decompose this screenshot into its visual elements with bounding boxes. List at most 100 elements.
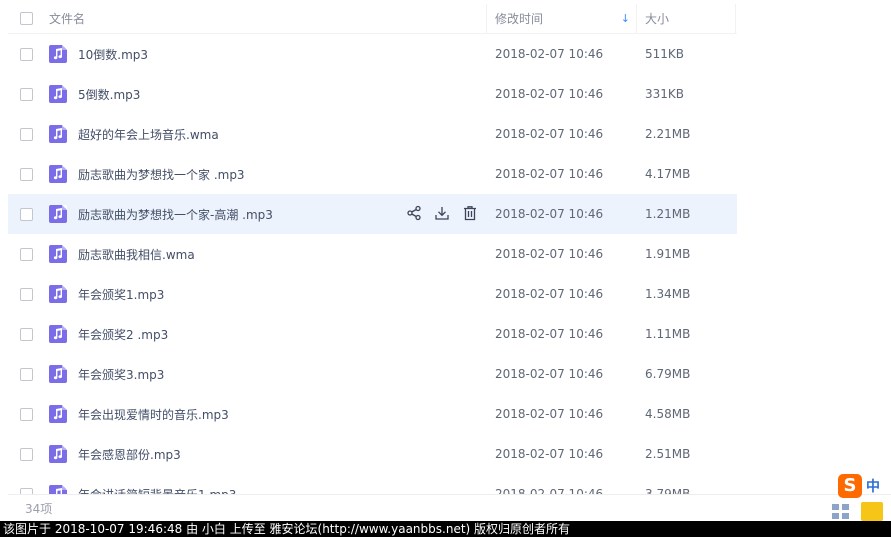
file-modified-time: 2018-02-07 10:46 — [495, 167, 604, 181]
ime-indicator[interactable]: S 中 — [838, 474, 891, 498]
sort-desc-icon[interactable]: ↓ — [621, 12, 630, 25]
file-name[interactable]: 10倒数.mp3 — [78, 46, 148, 63]
file-modified-time: 2018-02-07 10:46 — [495, 247, 604, 261]
size-column-label: 大小 — [645, 12, 670, 26]
file-row[interactable]: 年会颁奖1.mp3 2018-02-07 10:46 1.34MB — [8, 274, 737, 314]
row-checkbox[interactable] — [20, 167, 33, 181]
row-checkbox[interactable] — [20, 407, 33, 421]
row-checkbox[interactable] — [20, 127, 33, 141]
file-name[interactable]: 5倒数.mp3 — [78, 86, 140, 103]
download-icon[interactable] — [434, 205, 450, 221]
name-column-label: 文件名 — [49, 12, 86, 26]
grid-view-icon[interactable] — [832, 504, 850, 520]
file-row[interactable]: 年会出现爱情时的音乐.mp3 2018-02-07 10:46 4.58MB — [8, 394, 737, 434]
file-size: 331KB — [645, 87, 685, 101]
file-modified-time: 2018-02-07 10:46 — [495, 487, 604, 494]
file-modified-time: 2018-02-07 10:46 — [495, 287, 604, 301]
file-modified-time: 2018-02-07 10:46 — [495, 327, 604, 341]
file-name-cell[interactable]: 励志歌曲我相信.wma — [8, 234, 486, 274]
watermark-banner: 该图片于 2018-10-07 19:46:48 由 小白 上传至 雅安论坛(h… — [0, 521, 891, 537]
time-column-label: 修改时间 — [495, 12, 544, 26]
file-size: 2.51MB — [645, 447, 691, 461]
select-all-checkbox[interactable] — [20, 12, 33, 25]
audio-file-icon — [49, 125, 67, 143]
audio-file-icon — [49, 45, 67, 63]
row-checkbox[interactable] — [20, 47, 33, 61]
file-row[interactable]: 励志歌曲我相信.wma 2018-02-07 10:46 1.91MB — [8, 234, 737, 274]
file-modified-time: 2018-02-07 10:46 — [495, 447, 604, 461]
file-row[interactable]: 10倒数.mp3 2018-02-07 10:46 511KB — [8, 34, 737, 74]
size-column-header[interactable]: 大小 — [636, 3, 736, 34]
row-checkbox[interactable] — [20, 247, 33, 261]
file-name[interactable]: 超好的年会上场音乐.wma — [78, 126, 219, 143]
file-name[interactable]: 年会出现爱情时的音乐.mp3 — [78, 406, 229, 423]
file-row[interactable]: 5倒数.mp3 2018-02-07 10:46 331KB — [8, 74, 737, 114]
file-modified-time: 2018-02-07 10:46 — [495, 407, 604, 421]
file-size: 1.21MB — [645, 207, 691, 221]
file-size: 3.79MB — [645, 487, 691, 494]
file-list: 10倒数.mp3 2018-02-07 10:46 511KB 5倒数.mp3 … — [8, 34, 737, 494]
file-size: 1.91MB — [645, 247, 691, 261]
audio-file-icon — [49, 285, 67, 303]
share-icon[interactable] — [406, 205, 422, 221]
file-size: 6.79MB — [645, 367, 691, 381]
file-name[interactable]: 年会感恩部份.mp3 — [78, 446, 181, 463]
row-checkbox[interactable] — [20, 287, 33, 301]
file-size: 4.17MB — [645, 167, 691, 181]
audio-file-icon — [49, 85, 67, 103]
file-size: 1.34MB — [645, 287, 691, 301]
row-checkbox[interactable] — [20, 87, 33, 101]
audio-file-icon — [49, 405, 67, 423]
status-bar: 34项 — [8, 494, 891, 522]
file-name[interactable]: 年会颁奖3.mp3 — [78, 366, 164, 383]
file-modified-time: 2018-02-07 10:46 — [495, 207, 604, 221]
row-checkbox[interactable] — [20, 367, 33, 381]
file-name-cell[interactable]: 年会颁奖3.mp3 — [8, 354, 486, 394]
file-row[interactable]: 励志歌曲为梦想找一个家-高潮 .mp3 2018-02-07 10:46 1.2… — [8, 194, 737, 234]
audio-file-icon — [49, 325, 67, 343]
file-name-cell[interactable]: 励志歌曲为梦想找一个家 .mp3 — [8, 154, 486, 194]
file-name-cell[interactable]: 超好的年会上场音乐.wma — [8, 114, 486, 154]
sticky-note-icon[interactable] — [861, 502, 883, 521]
time-column-header[interactable]: 修改时间 ↓ — [486, 3, 636, 34]
file-name-cell[interactable]: 10倒数.mp3 — [8, 34, 486, 74]
row-actions — [406, 205, 478, 221]
row-checkbox[interactable] — [20, 447, 33, 461]
name-column-header[interactable]: 文件名 — [8, 10, 486, 27]
file-row[interactable]: 年会讲话简短背景音乐1.mp3 2018-02-07 10:46 3.79MB — [8, 474, 737, 494]
file-name-cell[interactable]: 年会颁奖1.mp3 — [8, 274, 486, 314]
file-name-cell[interactable]: 5倒数.mp3 — [8, 74, 486, 114]
file-list-header: 文件名 修改时间 ↓ 大小 — [8, 3, 737, 34]
item-count: 34项 — [25, 502, 53, 516]
file-name-cell[interactable]: 年会讲话简短背景音乐1.mp3 — [8, 474, 486, 494]
file-row[interactable]: 励志歌曲为梦想找一个家 .mp3 2018-02-07 10:46 4.17MB — [8, 154, 737, 194]
audio-file-icon — [49, 365, 67, 383]
file-name-cell[interactable]: 年会出现爱情时的音乐.mp3 — [8, 394, 486, 434]
file-row[interactable]: 年会颁奖3.mp3 2018-02-07 10:46 6.79MB — [8, 354, 737, 394]
sogou-ime-icon[interactable]: S — [838, 474, 862, 498]
file-modified-time: 2018-02-07 10:46 — [495, 127, 604, 141]
row-checkbox[interactable] — [20, 327, 33, 341]
file-row[interactable]: 年会感恩部份.mp3 2018-02-07 10:46 2.51MB — [8, 434, 737, 474]
ime-mode-label[interactable]: 中 — [866, 476, 880, 496]
audio-file-icon — [49, 245, 67, 263]
file-name-cell[interactable]: 年会感恩部份.mp3 — [8, 434, 486, 474]
file-name[interactable]: 励志歌曲为梦想找一个家-高潮 .mp3 — [78, 206, 273, 223]
file-size: 2.21MB — [645, 127, 691, 141]
row-checkbox[interactable] — [20, 207, 33, 221]
file-row[interactable]: 超好的年会上场音乐.wma 2018-02-07 10:46 2.21MB — [8, 114, 737, 154]
file-name[interactable]: 励志歌曲为梦想找一个家 .mp3 — [78, 166, 245, 183]
file-name[interactable]: 年会颁奖1.mp3 — [78, 286, 164, 303]
file-name[interactable]: 励志歌曲我相信.wma — [78, 246, 195, 263]
file-modified-time: 2018-02-07 10:46 — [495, 367, 604, 381]
delete-icon[interactable] — [462, 205, 478, 221]
file-name[interactable]: 年会讲话简短背景音乐1.mp3 — [78, 486, 236, 495]
file-modified-time: 2018-02-07 10:46 — [495, 87, 604, 101]
file-name[interactable]: 年会颁奖2 .mp3 — [78, 326, 168, 343]
file-name-cell[interactable]: 年会颁奖2 .mp3 — [8, 314, 486, 354]
audio-file-icon — [49, 205, 67, 223]
file-name-cell[interactable]: 励志歌曲为梦想找一个家-高潮 .mp3 — [8, 194, 486, 234]
audio-file-icon — [49, 485, 67, 494]
audio-file-icon — [49, 445, 67, 463]
file-row[interactable]: 年会颁奖2 .mp3 2018-02-07 10:46 1.11MB — [8, 314, 737, 354]
